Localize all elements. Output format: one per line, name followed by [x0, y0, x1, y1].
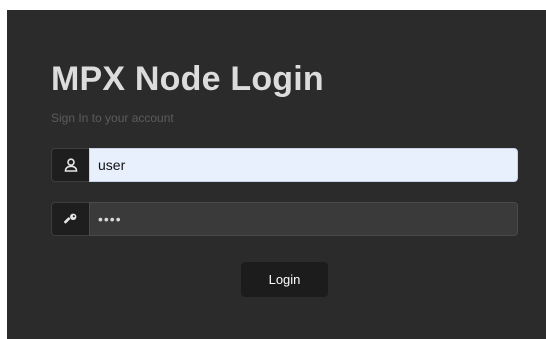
password-group — [51, 202, 518, 236]
user-icon — [51, 148, 89, 182]
login-button[interactable]: Login — [241, 262, 328, 297]
page-title: MPX Node Login — [51, 60, 324, 98]
password-input[interactable] — [89, 202, 518, 236]
username-input[interactable] — [89, 148, 518, 182]
page-subtitle: Sign In to your account — [51, 111, 174, 125]
username-group — [51, 148, 518, 182]
login-card: MPX Node Login Sign In to your account L… — [7, 10, 546, 339]
key-icon — [51, 202, 89, 236]
